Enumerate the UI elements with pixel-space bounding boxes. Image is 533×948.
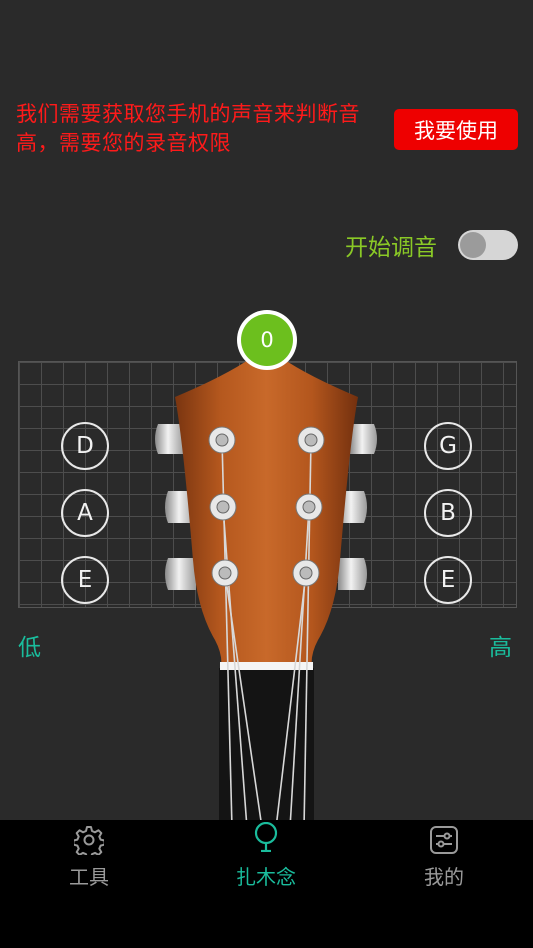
low-label: 低 [18, 635, 41, 661]
guitar-headstock [155, 355, 377, 829]
guitar-neck [219, 668, 314, 828]
bottom-nav: 工具 扎木念 我的 [0, 820, 533, 948]
nav-label-profile: 我的 [424, 865, 464, 889]
tuning-peg-high-e[interactable] [338, 558, 367, 590]
tuning-peg-d[interactable] [155, 424, 184, 454]
tuning-peg-low-e[interactable] [165, 558, 196, 590]
string-button-high-e[interactable]: E [424, 556, 472, 604]
string-button-low-e[interactable]: E [61, 556, 109, 604]
high-label: 高 [489, 635, 512, 661]
string-button-d[interactable]: D [61, 422, 109, 470]
tuner-icon [254, 822, 278, 852]
pitch-indicator: 0 [237, 310, 297, 370]
nav-label-tools: 工具 [69, 865, 109, 889]
headstock-body [175, 355, 358, 668]
string-button-a[interactable]: A [61, 489, 109, 537]
profile-icon [430, 826, 458, 854]
string-button-g[interactable]: G [424, 422, 472, 470]
gear-icon [74, 826, 104, 855]
tuning-peg-g[interactable] [350, 424, 377, 454]
string-button-b[interactable]: B [424, 489, 472, 537]
pitch-value: 0 [241, 314, 293, 366]
nav-label-tuner: 扎木念 [236, 865, 296, 889]
